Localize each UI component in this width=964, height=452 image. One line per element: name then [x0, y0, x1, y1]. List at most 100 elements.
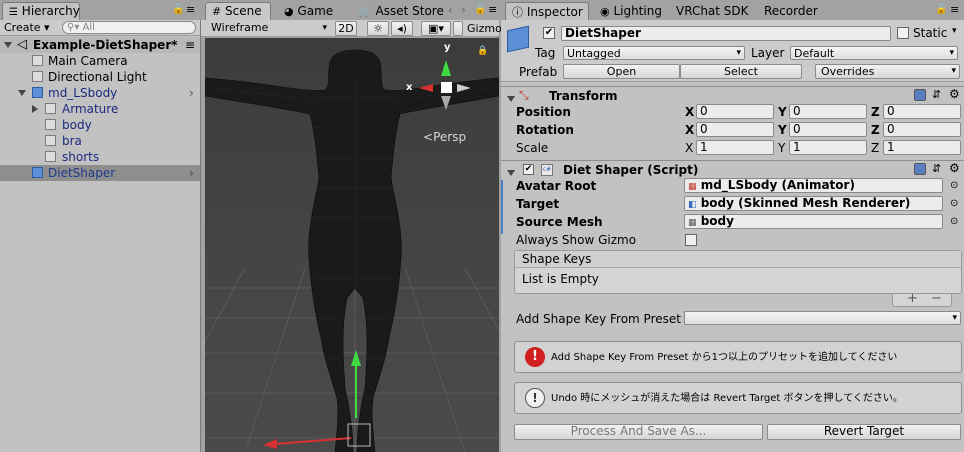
position-x-field[interactable]: 0	[696, 104, 774, 119]
object-picker-icon[interactable]: ⊙	[950, 216, 958, 227]
help-icon[interactable]	[914, 89, 926, 101]
list-item-label: Armature	[62, 102, 119, 116]
list-item[interactable]: body	[0, 117, 200, 133]
scene-toolbar: Wireframe ▾ 2D ☼ ◂) ▣▾ Gizmo	[201, 20, 502, 37]
scene-viewport[interactable]: y x 🔒 <Persp	[205, 38, 499, 452]
rotation-z-field[interactable]: 0	[883, 122, 961, 137]
target-field[interactable]: ◧ body (Skinned Mesh Renderer)	[684, 196, 943, 211]
menu-icon[interactable]: ≡	[186, 3, 195, 16]
static-dropdown-icon[interactable]: ▾	[952, 26, 957, 36]
2d-toggle-button[interactable]: 2D	[335, 21, 357, 36]
diet-shaper-header[interactable]: ✔ c# Diet Shaper (Script) ⇵ ⚙	[501, 160, 964, 178]
list-item[interactable]: Main Camera	[0, 53, 200, 69]
prefab-overrides-dropdown[interactable]: Overrides ▾	[815, 64, 960, 79]
scale-y-field[interactable]: 1	[789, 140, 867, 155]
expand-arrow-icon[interactable]	[4, 37, 15, 53]
scene-row[interactable]: ◁ Example-DietShaper* ≡	[0, 37, 200, 53]
always-show-gizmo-checkbox[interactable]	[685, 234, 697, 246]
info-icon: !	[525, 388, 545, 408]
tab-scene[interactable]: # Scene	[205, 2, 271, 20]
gear-icon[interactable]: ⚙	[949, 87, 960, 101]
list-item-selected[interactable]: DietShaper ›	[0, 165, 200, 181]
list-item[interactable]: shorts	[0, 149, 200, 165]
transform-header[interactable]: ⤡ Transform ⇵ ⚙	[501, 86, 964, 104]
help-icon[interactable]	[914, 163, 926, 175]
gear-icon[interactable]: ⚙	[949, 161, 960, 175]
chevron-right-icon[interactable]: ›	[189, 165, 194, 181]
sun-icon: ☼	[373, 22, 383, 35]
position-y-field[interactable]: 0	[789, 104, 867, 119]
gizmos-dropdown[interactable]: Gizmo	[467, 22, 502, 35]
wireframe-body-mesh	[205, 49, 499, 452]
effects-toggle-button[interactable]: ▣▾	[421, 21, 451, 36]
chevron-right-icon[interactable]: ›	[461, 3, 466, 17]
lighting-toggle-button[interactable]: ☼	[367, 21, 389, 36]
avatar-root-field[interactable]: ▦ md_LSbody (Animator)	[684, 178, 943, 193]
position-z-field[interactable]: 0	[883, 104, 961, 119]
search-input[interactable]: ⚲▾ All	[62, 21, 196, 34]
lock-icon[interactable]: 🔒	[477, 46, 488, 56]
tag-dropdown[interactable]: Untagged ▾	[563, 46, 745, 60]
info-help-box: ! Undo 時にメッシュが消えた場合は Revert Target ボタンを押…	[514, 382, 962, 414]
add-preset-dropdown[interactable]: ▾	[684, 311, 961, 325]
process-and-save-button[interactable]: Process And Save As...	[514, 424, 763, 440]
create-button[interactable]: Create ▾	[4, 21, 50, 35]
axis-x-label: X	[685, 123, 695, 137]
source-mesh-field[interactable]: ▦ body	[684, 214, 943, 229]
tab-lighting[interactable]: ◉ Lighting	[593, 2, 667, 20]
add-item-button[interactable]: +	[907, 291, 918, 306]
preset-icon[interactable]: ⇵	[932, 88, 941, 101]
list-icon: ☰	[9, 7, 18, 18]
chevron-right-icon[interactable]: ›	[189, 85, 194, 101]
lock-icon[interactable]: 🔒	[935, 4, 947, 15]
lock-icon[interactable]: 🔒	[474, 4, 486, 15]
enabled-checkbox[interactable]: ✔	[523, 164, 534, 175]
axis-y-label: Y	[778, 105, 787, 119]
tab-recorder[interactable]: Recorder	[757, 2, 829, 20]
tab-game[interactable]: ◕ Game	[277, 2, 347, 20]
search-icon: ⚲▾	[67, 22, 80, 33]
remove-item-button[interactable]: −	[931, 291, 942, 306]
list-item[interactable]: Armature	[0, 101, 200, 117]
hierarchy-tabbar: ☰ Hierarchy 🔒 ≡	[0, 0, 201, 20]
gameobject-header: ✔ DietShaper Static ▾ Tag Untagged ▾ Lay…	[501, 20, 964, 82]
tab-hierarchy[interactable]: ☰ Hierarchy	[2, 2, 80, 20]
draw-mode-dropdown[interactable]: Wireframe ▾	[211, 21, 329, 35]
prefab-open-button[interactable]: Open	[563, 64, 680, 79]
revert-target-button[interactable]: Revert Target	[767, 424, 961, 440]
rotation-y-field[interactable]: 0	[789, 122, 867, 137]
error-icon: !	[525, 347, 545, 367]
audio-toggle-button[interactable]: ◂)	[391, 21, 413, 36]
menu-icon[interactable]: ≡	[950, 3, 959, 16]
lock-icon[interactable]: 🔒	[172, 4, 184, 15]
expand-arrow-icon[interactable]	[18, 85, 29, 101]
expand-arrow-icon[interactable]	[507, 92, 518, 106]
object-picker-icon[interactable]: ⊙	[950, 198, 958, 209]
object-picker-icon[interactable]: ⊙	[950, 180, 958, 191]
scene-canvas	[205, 49, 499, 452]
list-item[interactable]: bra	[0, 133, 200, 149]
layer-dropdown[interactable]: Default ▾	[790, 46, 958, 60]
list-item[interactable]: md_LSbody ›	[0, 85, 200, 101]
dropdown-arrow-icon: ▾	[949, 48, 954, 58]
expand-arrow-icon[interactable]	[32, 101, 41, 117]
scene-menu-icon[interactable]: ≡	[185, 37, 195, 53]
tab-asset-store[interactable]: 🛒 Asset Store	[351, 2, 444, 20]
expand-arrow-icon[interactable]	[507, 166, 518, 180]
scene-visibility-button[interactable]	[453, 21, 463, 36]
object-name-field[interactable]: DietShaper	[561, 26, 891, 41]
scale-z-field[interactable]: 1	[883, 140, 961, 155]
tab-vrchat-sdk[interactable]: VRChat SDK	[669, 2, 755, 20]
move-gizmo[interactable]	[263, 350, 371, 449]
active-checkbox[interactable]: ✔	[543, 27, 555, 39]
chevron-left-icon[interactable]: ‹	[448, 3, 453, 17]
menu-icon[interactable]: ≡	[488, 3, 497, 16]
preset-icon[interactable]: ⇵	[932, 162, 941, 175]
prefab-select-button[interactable]: Select	[680, 64, 802, 79]
scale-x-field[interactable]: 1	[696, 140, 774, 155]
persp-label[interactable]: <Persp	[423, 130, 466, 144]
rotation-x-field[interactable]: 0	[696, 122, 774, 137]
static-checkbox[interactable]	[897, 27, 909, 39]
list-item[interactable]: Directional Light	[0, 69, 200, 85]
tab-inspector[interactable]: ⓘ Inspector	[505, 2, 589, 20]
